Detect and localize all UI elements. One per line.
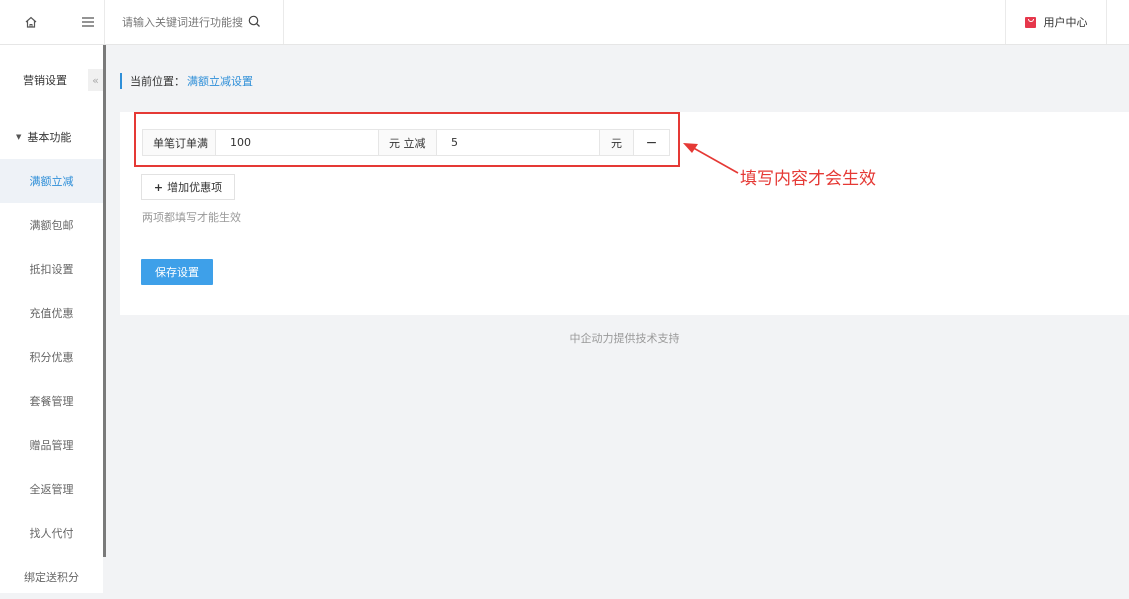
sidebar-item-free-shipping[interactable]: 满额包邮: [0, 203, 103, 247]
top-bar: 用户中心: [0, 0, 1129, 45]
sidebar-group-label: 基本功能: [27, 131, 72, 144]
add-discount-item-button[interactable]: + 增加优惠项: [141, 174, 235, 200]
sidebar-group-basic[interactable]: ▼ 基本功能: [0, 115, 103, 159]
breadcrumb-current[interactable]: 满额立减设置: [187, 73, 253, 89]
sidebar-title: 营销设置: [23, 74, 67, 87]
add-discount-label: 增加优惠项: [167, 181, 223, 194]
sidebar-scrollbar[interactable]: [103, 45, 106, 557]
user-center-button[interactable]: 用户中心: [1005, 0, 1107, 44]
annotation-text: 填写内容才会生效: [740, 169, 876, 189]
sidebar-item-gift[interactable]: 赠品管理: [0, 423, 103, 467]
breadcrumb-label: 当前位置：: [130, 75, 185, 88]
footer-text: 中企动力提供技术支持: [569, 332, 680, 345]
user-center-label: 用户中心: [1043, 16, 1088, 29]
sidebar-item-deduction[interactable]: 抵扣设置: [0, 247, 103, 291]
sidebar-item-bind-points[interactable]: 绑定送积分: [0, 555, 103, 599]
hint-text: 两项都填写才能生效: [142, 211, 241, 224]
user-bag-icon: [1024, 16, 1036, 28]
caret-down-icon: ▼: [16, 133, 22, 141]
search-icon[interactable]: [248, 13, 261, 32]
sidebar-item-cashback[interactable]: 全返管理: [0, 467, 103, 511]
sidebar-item-points[interactable]: 积分优惠: [0, 335, 103, 379]
sidebar-item-full-reduction[interactable]: 满额立减: [0, 159, 103, 203]
annotation-arrow-icon: [683, 143, 739, 174]
annotation-highlight-box: [134, 112, 680, 167]
collapse-sidebar-icon[interactable]: «: [88, 69, 103, 91]
sidebar-item-pay-for-me[interactable]: 找人代付: [0, 511, 103, 555]
sidebar-item-recharge[interactable]: 充值优惠: [0, 291, 103, 335]
sidebar: 营销设置 « ▼ 基本功能 满额立减 满额包邮 抵扣设置 充值优惠 积分优惠 套…: [0, 45, 103, 593]
sidebar-item-package[interactable]: 套餐管理: [0, 379, 103, 423]
home-icon[interactable]: [18, 0, 44, 44]
menu-icon[interactable]: [72, 0, 105, 44]
save-settings-button[interactable]: 保存设置: [141, 259, 213, 285]
plus-icon: +: [153, 180, 164, 194]
breadcrumb: 当前位置： 满额立减设置: [120, 73, 253, 89]
search-input[interactable]: [120, 14, 248, 30]
search-bar: [104, 0, 284, 44]
